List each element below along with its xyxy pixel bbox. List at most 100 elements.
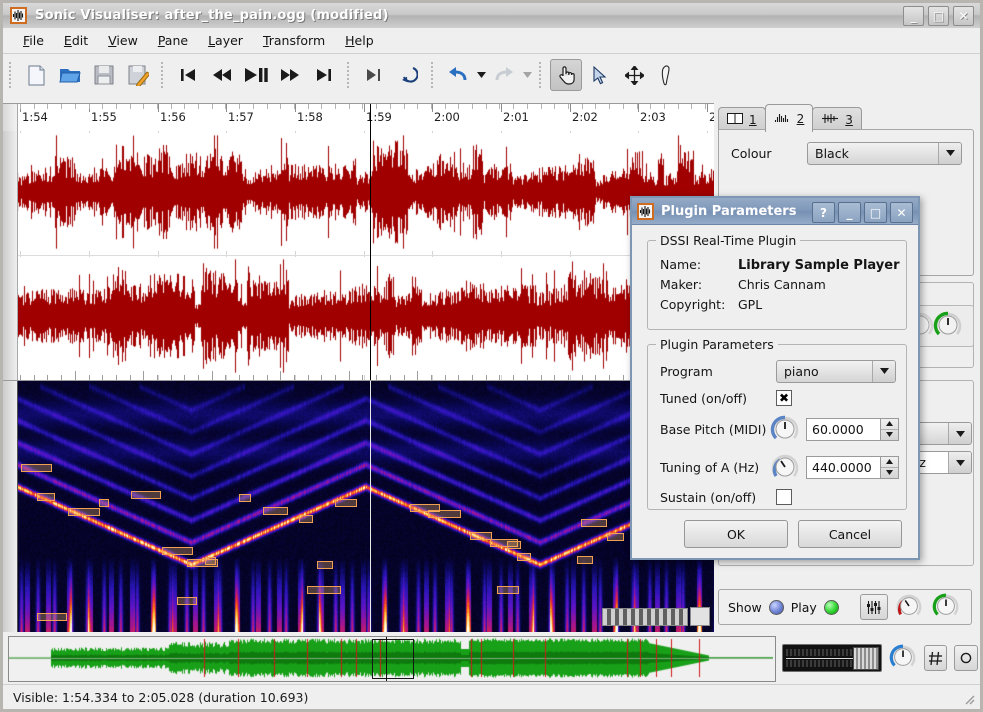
note-region[interactable] xyxy=(470,532,492,540)
dialog-close-button[interactable]: ✕ xyxy=(890,202,913,223)
dialog-maximize-button[interactable]: □ xyxy=(864,202,887,223)
note-region[interactable] xyxy=(497,586,519,594)
spectrogram-cursor-line xyxy=(370,381,371,632)
maximize-button[interactable]: □ xyxy=(928,6,949,26)
play-toggle-led[interactable] xyxy=(824,600,839,615)
save-session-as-icon[interactable] xyxy=(122,59,154,91)
open-session-icon[interactable] xyxy=(54,59,86,91)
record-icon[interactable] xyxy=(954,645,978,671)
note-region[interactable] xyxy=(507,541,521,549)
undo-icon[interactable] xyxy=(442,59,474,91)
note-region[interactable] xyxy=(239,494,251,502)
follow-playback-icon[interactable] xyxy=(392,59,424,91)
note-region[interactable] xyxy=(177,597,197,605)
tuning-a-up-icon[interactable] xyxy=(881,457,898,468)
mixer-sliders-icon[interactable] xyxy=(860,594,888,620)
program-combo[interactable]: piano xyxy=(776,360,896,383)
note-region[interactable] xyxy=(131,491,161,499)
overview-viewport-box[interactable] xyxy=(372,639,414,679)
minimize-button[interactable]: _ xyxy=(903,6,924,26)
undo-menu-caret-icon[interactable] xyxy=(475,60,487,90)
note-region[interactable] xyxy=(335,499,357,507)
menu-view[interactable]: View xyxy=(98,30,148,51)
note-region[interactable] xyxy=(581,519,607,527)
base-pitch-up-icon[interactable] xyxy=(881,419,898,430)
tuned-checkbox[interactable]: ✖ xyxy=(776,390,792,406)
tuning-a-input[interactable] xyxy=(806,456,880,479)
overview-waveform[interactable] xyxy=(8,636,776,682)
note-region[interactable] xyxy=(517,553,531,561)
note-region[interactable] xyxy=(99,499,109,507)
fader-knob[interactable] xyxy=(853,647,879,670)
base-pitch-spinner-arrows[interactable] xyxy=(880,418,899,441)
tuning-a-spinner[interactable] xyxy=(806,456,899,479)
tuning-a-down-icon[interactable] xyxy=(881,468,898,478)
close-button[interactable]: ✕ xyxy=(953,6,974,26)
time-ruler[interactable]: 1:541:551:561:571:581:592:002:012:022:03… xyxy=(3,103,714,133)
menu-pane[interactable]: Pane xyxy=(148,30,198,51)
base-pitch-input[interactable] xyxy=(806,418,880,441)
ok-button[interactable]: OK xyxy=(684,520,788,548)
rewind-icon[interactable] xyxy=(206,59,238,91)
menu-edit[interactable]: Edit xyxy=(54,30,98,51)
waveform-channel-1 xyxy=(17,133,714,251)
note-region[interactable] xyxy=(205,557,216,565)
note-region[interactable] xyxy=(37,493,55,501)
colour-combo[interactable]: Black xyxy=(807,142,962,165)
dialog-title: Plugin Parameters xyxy=(661,204,796,219)
spectrogram-scrollbar[interactable] xyxy=(602,608,688,626)
playback-speed-knob[interactable] xyxy=(889,643,917,673)
spectrogram-pane[interactable]: 1:59.418 5266368 xyxy=(3,381,714,632)
dialog-help-button[interactable]: ? xyxy=(812,202,835,223)
draw-tool-icon[interactable] xyxy=(652,59,684,91)
save-session-icon[interactable] xyxy=(88,59,120,91)
navigate-tool-icon[interactable] xyxy=(550,59,582,91)
show-toggle-led[interactable] xyxy=(769,600,784,615)
note-region[interactable] xyxy=(263,507,288,515)
waveform-pane[interactable]: 1:59.418 5266368 xyxy=(3,131,714,381)
base-pitch-down-icon[interactable] xyxy=(881,430,898,440)
note-region[interactable] xyxy=(299,515,313,523)
waveform-bottom-ticks xyxy=(17,370,714,380)
fast-forward-to-end-icon[interactable] xyxy=(308,59,340,91)
sustain-checkbox[interactable] xyxy=(776,489,792,505)
play-pause-icon[interactable] xyxy=(240,59,272,91)
tab-pane-1-label: 1 xyxy=(749,113,757,127)
title-bar: Sonic Visualiser: after_the_pain.ogg (mo… xyxy=(3,3,980,29)
rewind-to-start-icon[interactable] xyxy=(172,59,204,91)
resize-grip[interactable] xyxy=(962,692,975,705)
loop-playback-icon[interactable] xyxy=(358,59,390,91)
new-session-icon[interactable] xyxy=(20,59,52,91)
gain-knob[interactable] xyxy=(933,310,963,340)
tuning-a-knob[interactable] xyxy=(770,452,800,482)
note-region[interactable] xyxy=(21,464,52,472)
playback-fader[interactable] xyxy=(782,644,882,672)
pan-knob-2[interactable] xyxy=(895,592,925,622)
base-pitch-knob[interactable] xyxy=(770,414,800,444)
tuning-a-spinner-arrows[interactable] xyxy=(880,456,899,479)
menu-help[interactable]: Help xyxy=(335,30,384,51)
note-region[interactable] xyxy=(162,547,193,555)
grid-toggle-icon[interactable] xyxy=(924,645,948,671)
cancel-button[interactable]: Cancel xyxy=(798,520,902,548)
menu-file[interactable]: File xyxy=(13,30,54,51)
select-tool-icon[interactable] xyxy=(584,59,616,91)
note-region[interactable] xyxy=(37,613,67,621)
edit-move-tool-icon[interactable] xyxy=(618,59,650,91)
note-region[interactable] xyxy=(428,510,461,518)
note-region[interactable] xyxy=(607,533,624,541)
gain-knob-2[interactable] xyxy=(932,592,962,622)
note-region[interactable] xyxy=(307,586,341,594)
note-region[interactable] xyxy=(577,556,593,564)
fast-forward-icon[interactable] xyxy=(274,59,306,91)
menu-layer[interactable]: Layer xyxy=(198,30,253,51)
base-pitch-spinner[interactable] xyxy=(806,418,899,441)
waveform-app-icon xyxy=(10,7,27,24)
dialog-minimize-button[interactable]: _ xyxy=(838,202,861,223)
note-region[interactable] xyxy=(68,508,100,516)
note-region[interactable] xyxy=(317,561,333,569)
plugin-name-label: Name: xyxy=(660,257,738,272)
menu-transform[interactable]: Transform xyxy=(253,30,335,51)
tab-pane-2[interactable]: 2 xyxy=(765,104,814,132)
spectrogram-scroll-end[interactable] xyxy=(690,607,710,626)
